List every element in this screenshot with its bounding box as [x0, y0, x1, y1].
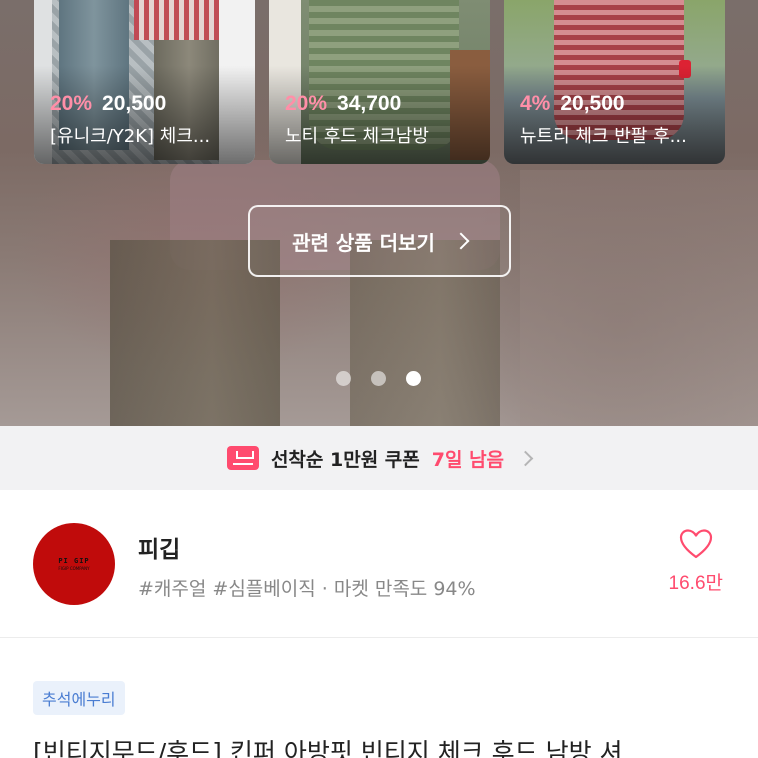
related-product-card[interactable]: 4% 20,500 뉴트리 체크 반팔 후... — [504, 0, 725, 164]
product-price: 20,500 — [560, 92, 625, 115]
product-price: 34,700 — [337, 92, 402, 115]
related-products-list: 20% 20,500 [유니크/Y2K] 체크... 20% 34,700 노티… — [34, 0, 725, 164]
carousel-dot[interactable] — [371, 371, 386, 386]
carousel-indicator — [336, 371, 421, 386]
product-price: 20,500 — [102, 92, 167, 115]
chevron-right-icon — [452, 232, 470, 250]
shop-like-button[interactable]: 16.6만 — [669, 528, 723, 595]
discount-rate: 4% — [520, 92, 551, 115]
chevron-right-icon — [517, 450, 534, 466]
product-title: [빈티지무드/후드] 킨퍼 아방핏 빈티지 체크 후드 남방 셔 — [33, 738, 623, 758]
related-product-card[interactable]: 20% 20,500 [유니크/Y2K] 체크... — [34, 0, 255, 164]
shop-logo-text: PI GIP — [58, 557, 90, 565]
shop-name[interactable]: 피깁 — [138, 530, 180, 564]
related-product-card[interactable]: 20% 34,700 노티 후드 체크남방 — [269, 0, 490, 164]
shop-logo[interactable]: PI GIP FIGIP COMPANY — [33, 523, 115, 605]
product-name: [유니크/Y2K] 체크... — [50, 126, 211, 147]
product-image-carousel[interactable]: 20% 20,500 [유니크/Y2K] 체크... 20% 34,700 노티… — [0, 0, 758, 426]
product-name: 뉴트리 체크 반팔 후... — [520, 126, 687, 147]
discount-rate: 20% — [50, 92, 93, 115]
event-badge: 추석에누리 — [33, 681, 125, 715]
carousel-dot-active[interactable] — [406, 371, 421, 386]
view-more-related-button[interactable]: 관련 상품 더보기 — [248, 205, 511, 277]
heart-outline-icon — [679, 529, 712, 559]
like-count: 16.6만 — [668, 573, 723, 594]
coupon-text: 선착순 1만원 쿠폰 — [270, 448, 420, 471]
shop-info[interactable]: PI GIP FIGIP COMPANY 피깁 #캐주얼 #심플베이직 · 마켓… — [0, 490, 758, 638]
background-photo-right — [520, 170, 758, 426]
discount-rate: 20% — [285, 92, 328, 115]
coupon-days-left: 7일 남음 — [431, 448, 505, 471]
shop-logo-subtext: FIGIP COMPANY — [58, 566, 90, 571]
coupon-download-icon — [226, 446, 259, 470]
coupon-banner[interactable]: 선착순 1만원 쿠폰 7일 남음 — [0, 426, 758, 490]
view-more-label: 관련 상품 더보기 — [292, 230, 435, 255]
product-name: 노티 후드 체크남방 — [285, 126, 429, 147]
shop-tags: #캐주얼 #심플베이직 · 마켓 만족도 94% — [138, 578, 476, 600]
carousel-dot[interactable] — [336, 371, 351, 386]
